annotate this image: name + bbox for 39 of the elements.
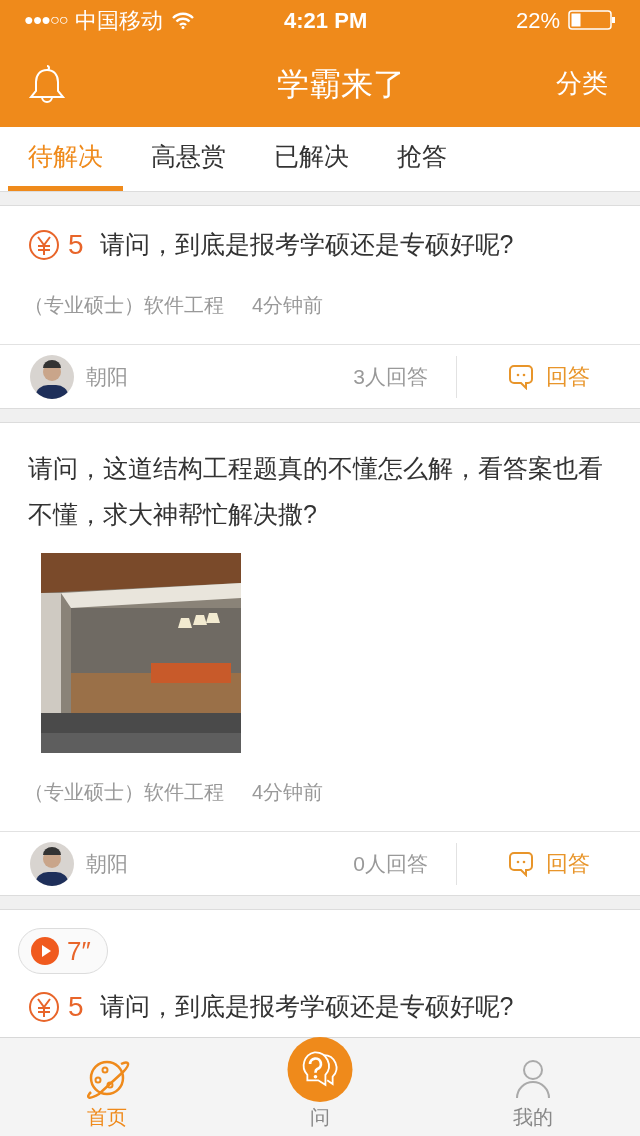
tab-bar-item[interactable]: 首页 — [0, 1037, 214, 1136]
wifi-icon — [171, 11, 196, 29]
user-name: 朝阳 — [86, 850, 129, 877]
user-name: 朝阳 — [86, 363, 129, 390]
comment-icon — [507, 850, 534, 877]
tab-bar-item[interactable]: 问 — [213, 1037, 427, 1136]
reward-amount: 5 — [68, 990, 84, 1024]
answer-button[interactable]: 回答 — [457, 360, 640, 393]
answer-count: 0人回答 — [353, 842, 457, 885]
category-button[interactable]: 分类 — [556, 64, 612, 103]
battery-icon — [568, 10, 616, 30]
tab[interactable]: 已解决 — [254, 127, 369, 191]
carrier: 中国移动 — [75, 6, 164, 35]
question-text: 请问，到底是报考学硕还是专硕好呢? — [99, 991, 514, 1023]
tab[interactable]: 抢答 — [377, 127, 467, 191]
answer-button[interactable]: 回答 — [457, 847, 640, 880]
user-avatar — [30, 354, 74, 399]
category-label: （专业硕士）软件工程 — [24, 780, 224, 805]
page-title: 学霸来了 — [276, 64, 406, 104]
reward-icon — [28, 229, 60, 261]
bell-icon[interactable] — [28, 63, 66, 104]
answer-count: 3人回答 — [353, 355, 457, 398]
battery-percent: 22% — [515, 6, 560, 35]
tab[interactable]: 待解决 — [8, 127, 123, 191]
play-icon — [31, 937, 59, 965]
question-text: 请问，到底是报考学硕还是专硕好呢? — [99, 229, 514, 261]
question-text: 请问，这道结构工程题真的不懂怎么解，看答案也看不懂，求大神帮忙解决撒? — [28, 453, 604, 530]
tab[interactable]: 高悬赏 — [131, 127, 246, 191]
signal-strength: ●●●○○ — [24, 10, 68, 30]
comment-icon — [507, 363, 534, 390]
user-avatar — [30, 841, 74, 886]
category-label: （专业硕士）软件工程 — [24, 293, 224, 318]
reward-icon — [28, 991, 60, 1023]
post-time: 4分钟前 — [252, 293, 324, 318]
tab-bar-item[interactable]: 我的 — [426, 1037, 640, 1136]
clock: 4:21 PM — [283, 6, 369, 35]
post-time: 4分钟前 — [252, 780, 324, 805]
voice-button[interactable]: 7″ — [18, 928, 108, 974]
reward-amount: 5 — [68, 228, 84, 262]
